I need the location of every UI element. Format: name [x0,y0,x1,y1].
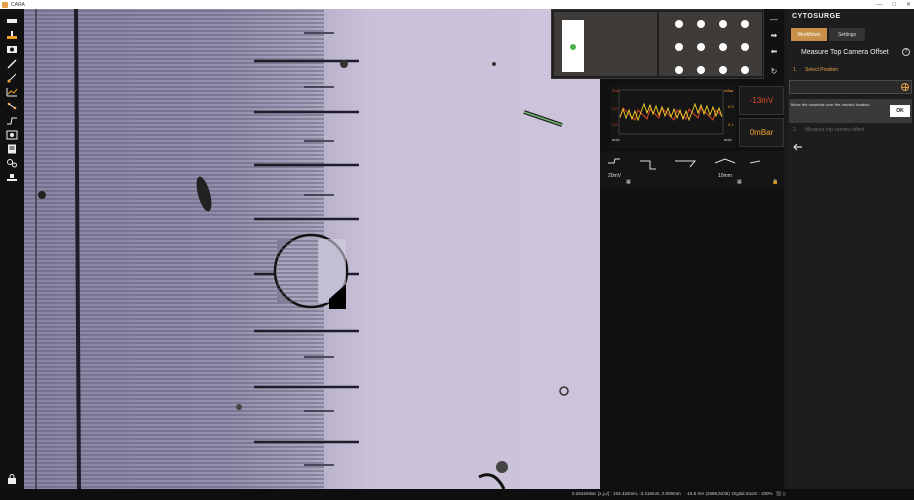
well-marker[interactable] [697,43,705,51]
maximize-button[interactable]: □ [892,2,896,8]
instruction-text: Move the crosshair over the desired loca… [791,102,871,107]
well-marker[interactable] [741,66,749,74]
micrometer-scale-image [24,9,600,489]
status-pressure: 0.2844mbar [572,491,597,496]
pressure-readout: 0mBar [739,118,784,147]
settings-icon[interactable] [5,158,19,168]
arrow-right-icon[interactable]: ➡ [768,31,780,41]
tab-workflows[interactable]: Workflows [791,28,827,41]
camera-view[interactable] [24,9,600,489]
minimize-button[interactable]: — [876,2,882,8]
well-marker[interactable] [697,66,705,74]
close-button[interactable]: ✕ [906,1,911,8]
route-icon[interactable] [5,101,19,111]
voltage-readout: -13mV [739,86,784,115]
stack-icon[interactable] [5,172,19,182]
well-marker[interactable] [719,43,727,51]
step2-title: Measure top camera offset [805,127,865,133]
help-icon[interactable]: ? [902,48,910,56]
plot-right-top: mBar [724,88,734,93]
calculator-icon-2[interactable]: ▦ [737,179,742,185]
status-bar: 0.2844mbar [x,y,z] : 104.434mm, -3.118mm… [0,489,914,500]
probe-icon[interactable] [5,73,19,83]
lock-small-icon[interactable]: 🔒 [772,179,778,185]
camera-icon[interactable] [5,44,19,54]
well-marker[interactable] [719,66,727,74]
position-input[interactable] [789,80,912,94]
stage-icon[interactable] [5,30,19,40]
pulse-voltage-label: 20mV [608,173,622,179]
arrow-left-icon[interactable]: ⬅ [768,47,780,57]
ruler-icon[interactable] [5,16,19,26]
calculator-icon[interactable]: ▦ [626,179,631,185]
tab-settings[interactable]: Settings [829,28,865,41]
step1-panel: Move the crosshair over the desired loca… [789,99,912,123]
well-marker[interactable] [675,20,683,28]
plot-left-mid: 1.0 [612,106,618,111]
plot-right-bot: 0.1 [728,122,734,127]
status-xyz: [x,y,z] : 104.434mm, -3.118mm, 0.000mm [598,491,681,496]
well-marker[interactable] [719,20,727,28]
auto-left-label[interactable]: auto [612,137,620,142]
title-bar: CARA — □ ✕ [0,0,914,9]
minus-icon[interactable]: — [768,15,780,25]
document-icon[interactable] [5,144,19,154]
well-plate-map[interactable] [659,12,762,76]
slide-map[interactable] [554,12,657,76]
signal-plot-traces [618,89,724,135]
navigation-preview [551,9,764,79]
plot-right-mid: 0.5 [728,104,734,109]
brand-logo: CYTOSURGE [792,13,841,20]
status-signal: -15.8 mV (2588,5236) [686,491,730,496]
status-zoom: Digital Zoom : 100% [732,491,773,496]
well-marker[interactable] [741,20,749,28]
pulse-controls: 20mV 10mm ▦ ▦ 🔒 [600,151,784,187]
crosshair-icon[interactable] [901,83,909,91]
lock-icon[interactable] [5,474,19,484]
window-title: CARA [11,1,25,8]
waveform-icon[interactable] [5,116,19,126]
graph-icon[interactable] [5,87,19,97]
control-panel [600,9,784,489]
readouts: 2nA 1.0 1.0 mBar 0.5 0.1 auto auto -13mV… [610,86,784,148]
pipette-icon[interactable] [5,59,19,69]
well-marker[interactable] [675,43,683,51]
plot-left-top: 2nA [612,88,620,93]
status-icons[interactable]: ⬛ ▯ [776,491,785,497]
app-logo-icon [2,1,8,8]
ok-button[interactable]: OK [890,105,910,117]
pulse-distance-label: 10mm [718,173,732,179]
well-marker[interactable] [741,43,749,51]
current-position-marker [570,44,576,50]
step1-title: Select Position [805,67,839,73]
back-arrow-icon[interactable] [793,143,803,151]
step2-number: 2. [793,127,798,133]
signal-plot: 2nA 1.0 1.0 mBar 0.5 0.1 auto auto [610,86,736,148]
plot-left-bot: 1.0 [612,122,618,127]
image-icon[interactable] [5,130,19,140]
rotate-icon[interactable]: ↻ [768,67,780,77]
well-marker[interactable] [675,66,683,74]
workflow-panel: CYTOSURGE Workflows Settings Measure Top… [787,9,914,489]
workflow-title: Measure Top Camera Offset [801,49,889,56]
auto-right-label[interactable]: auto [724,137,732,142]
step1-number: 1. [793,67,798,73]
left-toolbar [0,9,24,489]
window-controls: — □ ✕ [876,0,911,9]
well-marker[interactable] [697,20,705,28]
